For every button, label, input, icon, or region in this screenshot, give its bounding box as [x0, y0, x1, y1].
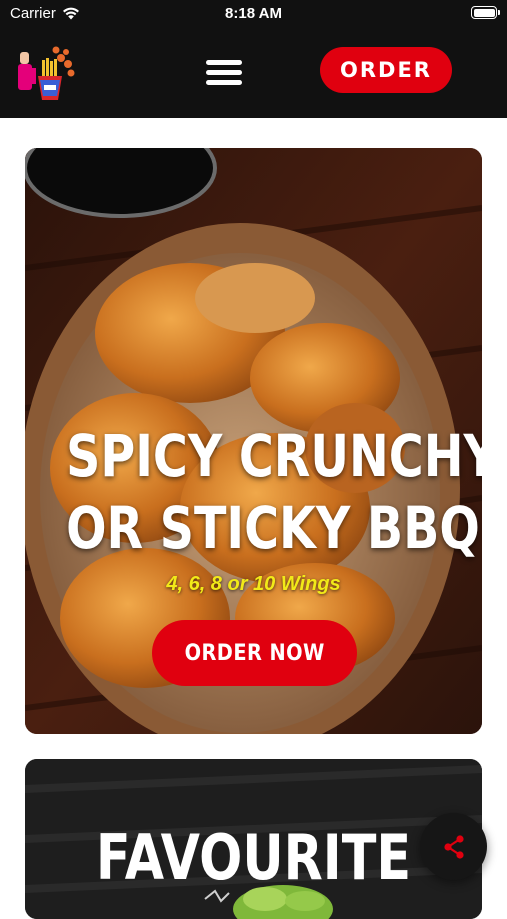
restaurant-logo-icon[interactable]: [16, 40, 78, 106]
battery-icon: [471, 6, 500, 19]
status-bar: Carrier 8:18 AM: [0, 0, 507, 28]
favourite-card[interactable]: FAVOURITE: [25, 759, 482, 919]
share-icon: [443, 834, 464, 859]
hero-title-line: OR STICKY BBQ: [66, 494, 480, 562]
hero-title: SPICY CRUNCHY OR STICKY BBQ: [66, 420, 482, 564]
order-button[interactable]: ORDER: [320, 47, 452, 93]
app-header: ORDER: [0, 28, 507, 118]
menu-button[interactable]: [202, 50, 246, 94]
share-button[interactable]: [420, 813, 487, 880]
hero-title-line: SPICY CRUNCHY: [66, 422, 482, 490]
menu-bar: [206, 59, 242, 65]
order-now-button[interactable]: ORDER NOW: [152, 620, 357, 686]
menu-bar: [206, 79, 242, 85]
order-now-label: ORDER NOW: [184, 640, 325, 666]
hero-card[interactable]: SPICY CRUNCHY OR STICKY BBQ 4, 6, 8 or 1…: [25, 148, 482, 734]
favourite-title: FAVOURITE: [95, 821, 412, 894]
hero-subtitle: 4, 6, 8 or 10 Wings: [166, 573, 341, 595]
menu-bar: [206, 69, 242, 75]
clock: 8:18 AM: [225, 5, 282, 22]
